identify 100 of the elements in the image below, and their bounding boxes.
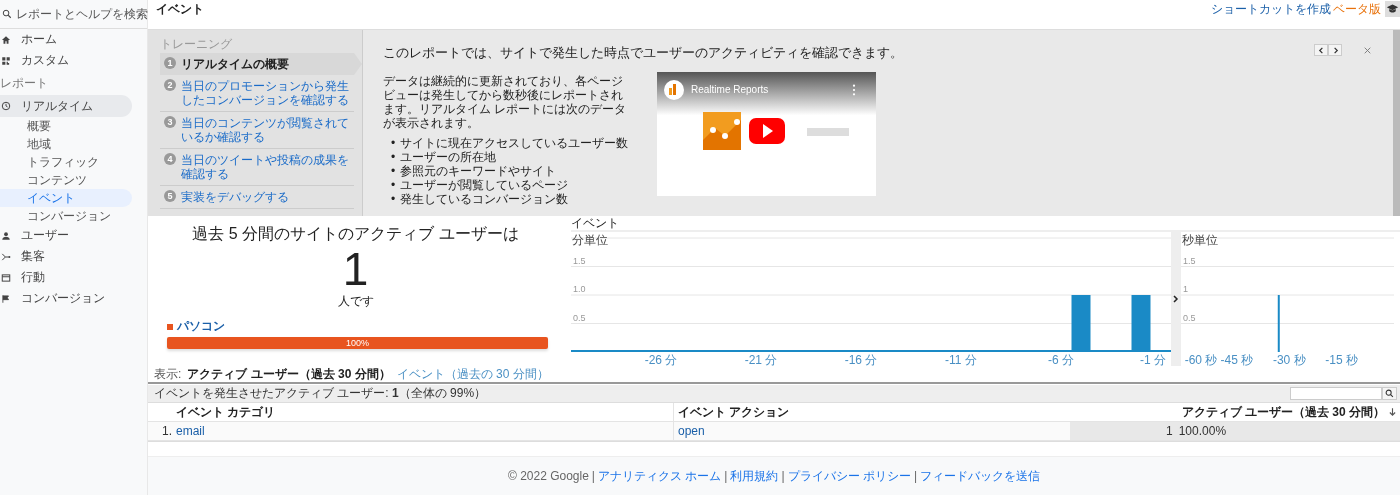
- footer-link[interactable]: プライバシー ポリシー: [787, 467, 911, 485]
- x-tick-label: -11 分: [945, 353, 977, 366]
- y-tick-label: 1.0: [573, 284, 586, 294]
- section-label: レポート: [0, 75, 49, 92]
- video-title: Realtime Reports: [691, 84, 769, 95]
- view-tab[interactable]: アクティブ ユーザー（過去 30 分間）: [187, 365, 391, 383]
- next-button[interactable]: [1328, 44, 1342, 56]
- training-step[interactable]: 3 当日のコンテンツが閲覧されているか確認する: [160, 112, 354, 149]
- more-icon[interactable]: [852, 84, 856, 96]
- view-label: 表示:: [154, 365, 182, 383]
- search-icon: [1385, 389, 1394, 398]
- separator-text: |: [913, 469, 918, 483]
- splitter-handle[interactable]: [1171, 232, 1181, 366]
- search-field[interactable]: レポートとヘルプを検索: [16, 7, 150, 21]
- window-icon: [1, 272, 11, 283]
- nav-subitem[interactable]: トラフィック: [0, 153, 132, 171]
- y-tick-label: 1.5: [1183, 255, 1196, 266]
- previous-button[interactable]: [1314, 44, 1328, 56]
- bullet-marker: •: [391, 192, 396, 206]
- copyright-text: © 2022 Google: [507, 469, 589, 483]
- footer-link[interactable]: アナリティクス ホーム: [598, 467, 722, 485]
- chart-subtitle: 分単位: [572, 232, 608, 249]
- close-icon[interactable]: [1364, 46, 1371, 54]
- person-icon: [1, 230, 11, 241]
- nav-item[interactable]: コンバージョン: [0, 288, 132, 309]
- training-step[interactable]: 4 当日のツイートや投稿の成果を確認する: [160, 149, 354, 186]
- bullet-item: ユーザーの所在地: [400, 150, 497, 164]
- graduation-cap-button[interactable]: [1385, 1, 1400, 17]
- bullet-marker: •: [391, 150, 396, 164]
- training-step[interactable]: 5 実装をデバッグする: [160, 186, 354, 209]
- training-heading: このレポートでは、サイトで発生した時点でユーザーのアクティビティを確認できます。: [383, 44, 904, 62]
- x-tick-label: -45 秒: [1220, 353, 1254, 366]
- nav-subitem[interactable]: コンテンツ: [0, 171, 132, 189]
- table-cell: 100.00%: [1178, 424, 1227, 438]
- column-header[interactable]: イベント アクション: [678, 403, 790, 421]
- percent-label: 100%: [345, 337, 370, 349]
- active-users-count: 1: [342, 247, 369, 291]
- chevron-right-icon: [1331, 46, 1339, 54]
- sort-down-icon[interactable]: [1389, 407, 1396, 417]
- page-title: イベント: [155, 1, 204, 18]
- x-tick-label: -15 秒: [1325, 353, 1358, 366]
- bar: [1277, 295, 1280, 352]
- bullet-marker: •: [391, 136, 396, 150]
- shortcut-link[interactable]: ショートカットを作成: [1211, 1, 1331, 18]
- nav-subitem[interactable]: 地域: [0, 135, 132, 153]
- action-link[interactable]: open: [678, 424, 705, 438]
- bar: [1071, 295, 1091, 352]
- x-tick-label: -6 分: [1048, 353, 1074, 366]
- bullet-item: 参照元のキーワードやサイト: [400, 164, 557, 178]
- x-tick-label: -26 分: [644, 353, 678, 366]
- nav-item[interactable]: ホーム: [0, 29, 132, 50]
- x-tick-label: -16 分: [844, 353, 878, 366]
- row-number: 1.: [162, 424, 172, 438]
- training-label: トレーニング: [160, 36, 233, 53]
- unit-label: 人です: [337, 293, 374, 310]
- y-tick-label: 1.5: [573, 255, 586, 266]
- table-cell: 1: [1166, 424, 1173, 438]
- chevron-right-icon: [1173, 295, 1179, 303]
- chevron-left-icon: [1317, 46, 1325, 54]
- view-tab[interactable]: イベント（過去の 30 分間）: [396, 365, 549, 383]
- active-users-headline: 過去 5 分間のサイトのアクティブ ユーザーは: [192, 224, 519, 244]
- nav-item[interactable]: カスタム: [0, 50, 132, 71]
- footer-link[interactable]: 利用規約: [730, 467, 779, 485]
- beta-label: ベータ版: [1333, 1, 1381, 18]
- x-tick-label: -60 秒: [1184, 353, 1218, 366]
- flag-icon: [1, 293, 11, 304]
- home-icon: [1, 34, 11, 45]
- nav-subitem[interactable]: 概要: [0, 117, 132, 135]
- separator-text: |: [591, 469, 595, 483]
- nav-subitem[interactable]: コンバージョン: [0, 207, 132, 225]
- nav-subitem[interactable]: イベント: [0, 189, 132, 207]
- column-header[interactable]: アクティブ ユーザー（過去 30 分間）: [1181, 404, 1385, 419]
- x-tick-label: -30 秒: [1272, 353, 1306, 366]
- table-summary: イベントを発生させたアクティブ ユーザー: 1（全体の 99%）: [154, 385, 487, 402]
- nav-item[interactable]: ユーザー: [0, 225, 132, 246]
- legend-label: パソコン: [177, 318, 225, 335]
- clock-icon: [1, 101, 11, 111]
- nav-item[interactable]: 行動: [0, 267, 132, 288]
- separator-text: |: [724, 469, 728, 483]
- x-tick-label: -21 分: [744, 353, 778, 366]
- search-button[interactable]: [1382, 387, 1397, 400]
- chart-subtitle: 秒単位: [1182, 232, 1218, 249]
- nav-item[interactable]: 集客: [0, 246, 132, 267]
- bar: [1131, 295, 1151, 352]
- bullet-item: 発生しているコンバージョン数: [400, 192, 569, 206]
- search-icon: [2, 9, 12, 19]
- footer-link[interactable]: フィードバックを送信: [920, 467, 1041, 485]
- description-text: データは継続的に更新されており、各ページビューは発生してから数秒後にレポートされます。リアルタイム レポートには次のデータが表示されます。: [383, 74, 628, 130]
- x-tick-label: -1 分: [1140, 353, 1166, 366]
- table-search-field[interactable]: [1290, 387, 1382, 400]
- grid-icon: [1, 55, 11, 66]
- scrollbar-thumb[interactable]: [1393, 30, 1400, 216]
- separator-text: |: [781, 469, 785, 483]
- y-tick-label: 0.5: [1183, 312, 1196, 323]
- category-link[interactable]: email: [176, 424, 205, 438]
- bullet-item: サイトに現在アクセスしているユーザー数: [400, 136, 629, 150]
- training-step[interactable]: 2 当日のプロモーションから発生したコンバージョンを確認する: [160, 75, 354, 112]
- nav-item[interactable]: リアルタイム: [0, 95, 132, 117]
- column-header[interactable]: イベント カテゴリ: [176, 404, 276, 419]
- fork-icon: [1, 251, 11, 262]
